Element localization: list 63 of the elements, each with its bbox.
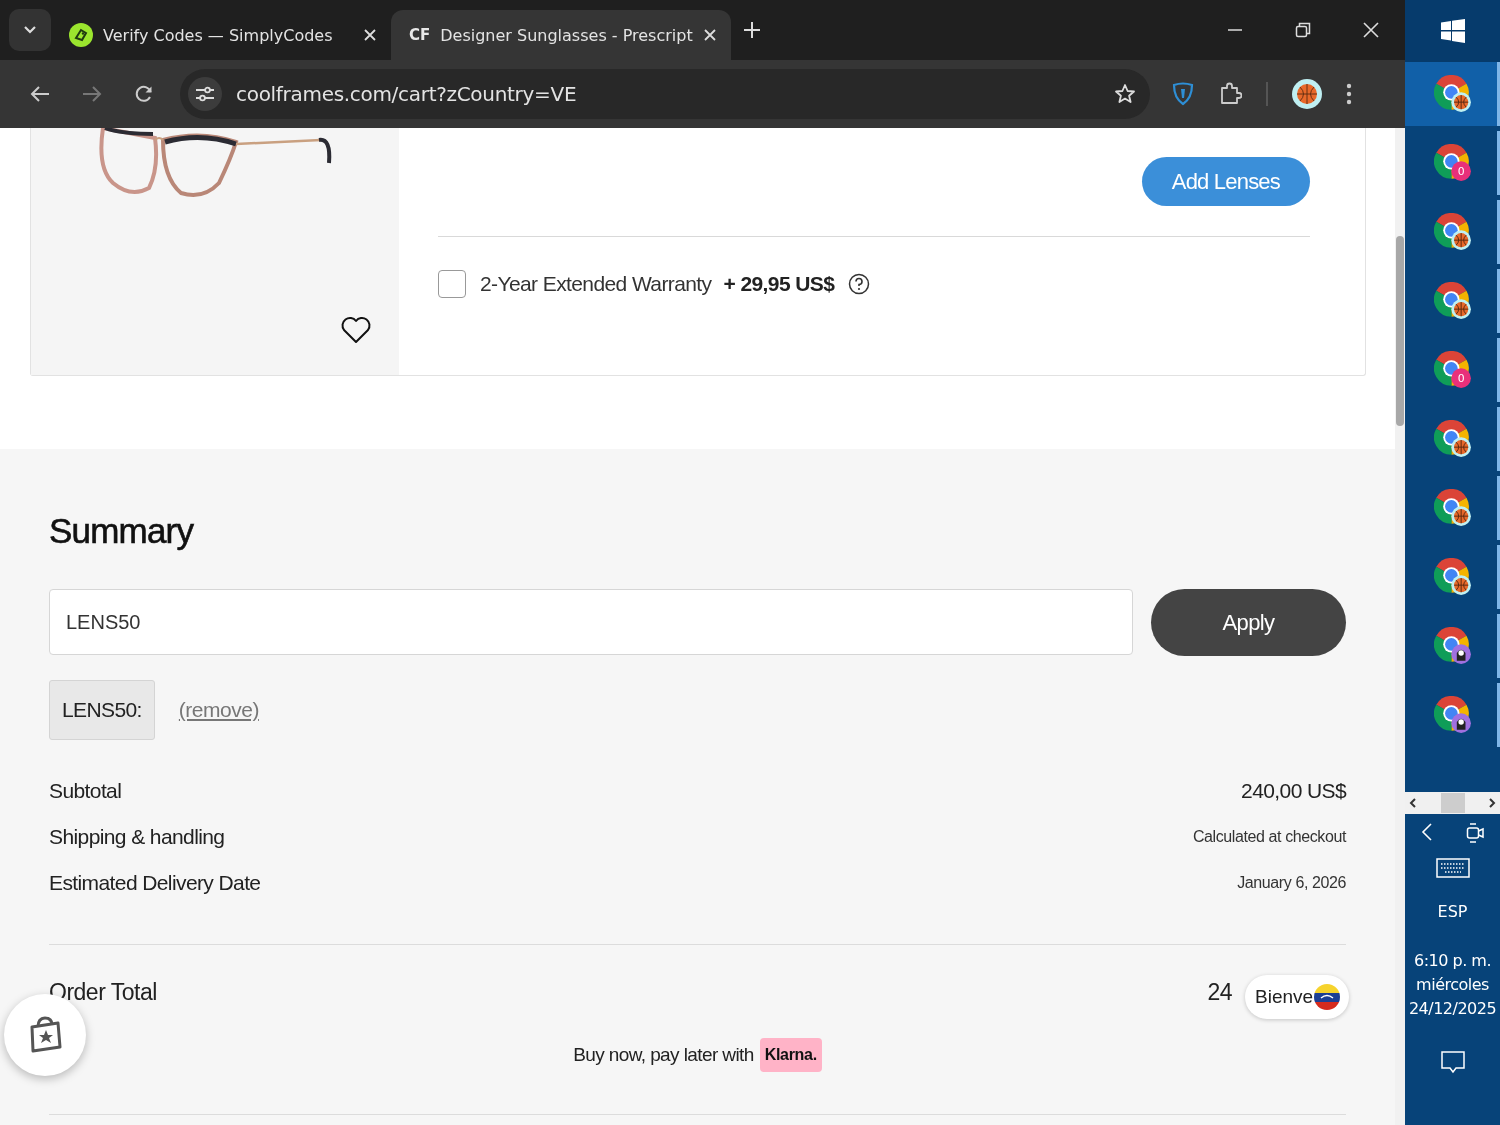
chrome-icon — [1433, 627, 1472, 665]
klarna-logo: Klarna. — [759, 1038, 822, 1072]
warranty-label: 2-Year Extended Warranty — [480, 272, 712, 296]
warranty-price: + 29,95 US$ — [723, 272, 835, 296]
summary-label: Estimated Delivery Date — [49, 871, 261, 895]
camera-icon[interactable] — [1465, 822, 1484, 844]
chrome-icon — [1433, 213, 1472, 251]
tray-scrollbar[interactable] — [1405, 792, 1500, 814]
summary-value: January 6, 2026 — [1237, 874, 1346, 892]
back-icon[interactable] — [30, 85, 50, 103]
star-icon[interactable] — [1114, 83, 1136, 105]
summary-label: Subtotal — [49, 779, 122, 803]
browser-tab[interactable]: Verify Codes — SimplyCodes — [51, 10, 391, 60]
close-icon[interactable] — [703, 28, 717, 42]
help-icon[interactable] — [848, 273, 871, 295]
chevron-down-icon — [23, 25, 37, 35]
heart-icon[interactable] — [340, 316, 372, 344]
warranty-checkbox[interactable] — [438, 270, 466, 298]
tag-icon — [69, 23, 93, 47]
tab-title: Designer Sunglasses - Prescript — [440, 25, 693, 45]
keyboard-icon[interactable] — [1435, 858, 1470, 878]
applied-code-tag: LENS50: — [49, 680, 155, 740]
flag-icon — [1313, 983, 1342, 1011]
taskbar-app-button[interactable]: 0 — [1405, 338, 1500, 402]
clock[interactable]: 6:10 p. m. miércoles 24/12/2025 — [1405, 949, 1500, 1021]
apply-button[interactable]: Apply — [1151, 589, 1346, 656]
welcome-chip[interactable]: Bienve — [1245, 975, 1350, 1019]
browser-tab[interactable]: CF Designer Sunglasses - Prescript — [391, 10, 731, 60]
summary-value: Calculated at checkout — [1192, 828, 1346, 846]
reload-icon[interactable] — [134, 84, 154, 104]
menu-icon[interactable] — [1346, 83, 1352, 105]
chrome-icon — [1433, 282, 1472, 320]
taskbar-app-button[interactable] — [1405, 62, 1500, 126]
remove-link[interactable]: (remove) — [178, 698, 259, 722]
chrome-icon — [1433, 558, 1472, 596]
chevron-left-icon[interactable] — [1421, 822, 1434, 842]
scroll-right-icon[interactable] — [1488, 797, 1496, 809]
tab-title: Verify Codes — SimplyCodes — [103, 25, 334, 45]
scrollbar[interactable] — [1395, 128, 1405, 1125]
taskbar-app-button[interactable]: 0 — [1405, 131, 1500, 195]
chrome-icon — [1433, 75, 1472, 113]
order-total-value: 24 — [1207, 979, 1232, 1006]
profile-avatar[interactable] — [1292, 79, 1322, 109]
summary-title: Summary — [49, 511, 195, 551]
tab-favicon: CF — [409, 26, 431, 44]
promo-code-field[interactable]: LENS50 — [49, 589, 1133, 655]
puzzle-icon[interactable] — [1218, 82, 1242, 106]
shield-icon[interactable] — [1172, 82, 1194, 106]
close-icon[interactable] — [363, 28, 377, 42]
summary-value: 240,00 US$ — [1241, 779, 1346, 803]
new-tab-icon[interactable] — [743, 21, 761, 39]
notification-icon[interactable] — [1439, 1049, 1466, 1075]
forward-icon[interactable] — [82, 85, 102, 103]
chrome-icon — [1433, 420, 1472, 458]
language-indicator[interactable]: ESP — [1405, 902, 1500, 921]
windows-logo-icon[interactable] — [1440, 19, 1465, 43]
site-settings-icon[interactable] — [195, 86, 215, 102]
summary-label: Shipping & handling — [49, 825, 225, 849]
scroll-left-icon[interactable] — [1409, 797, 1417, 809]
chrome-icon — [1433, 696, 1472, 734]
chrome-icon — [1433, 489, 1472, 527]
klarna-text: Buy now, pay later with — [573, 1044, 754, 1066]
address-bar[interactable]: coolframes.com/cart?zCountry=VE — [180, 69, 1150, 119]
